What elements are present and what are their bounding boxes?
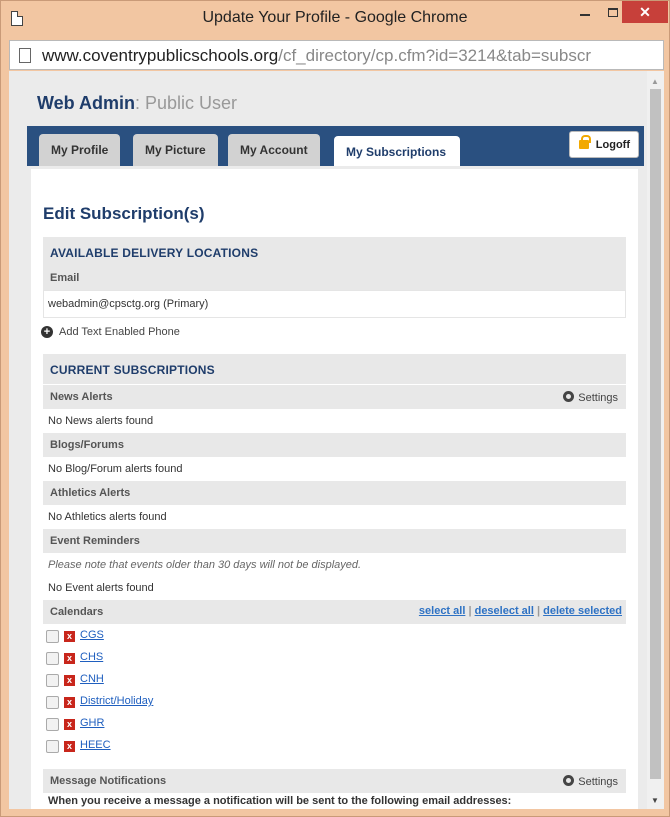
address-bar[interactable]: www.coventrypublicschools.org/cf_directo… [9, 40, 664, 70]
add-phone-label: Add Text Enabled Phone [59, 326, 180, 338]
news-alerts-header: News Alerts Settings [43, 385, 626, 409]
scroll-up-icon[interactable]: ▲ [651, 77, 659, 86]
calendar-checkbox[interactable] [46, 630, 59, 643]
calendar-checkbox[interactable] [46, 652, 59, 665]
logoff-button[interactable]: Logoff [568, 131, 639, 158]
event-reminders-header: Event Reminders [43, 529, 626, 553]
tab-my-picture[interactable]: My Picture [133, 134, 218, 166]
user-role: : Public User [135, 93, 238, 113]
settings-label: Settings [578, 776, 618, 788]
minimize-button[interactable] [571, 1, 599, 23]
delete-icon[interactable]: x [64, 697, 75, 708]
calendars-header: Calendars select all | deselect all | de… [43, 600, 626, 624]
primary-tag: (Primary) [163, 298, 209, 310]
site-name: Web Admin [37, 93, 135, 113]
delete-icon[interactable]: x [64, 675, 75, 686]
email-address: webadmin@cpsctg.org [48, 298, 161, 310]
delete-icon[interactable]: x [64, 719, 75, 730]
email-heading: Email [43, 266, 626, 290]
site-header: Web Admin: Public User [37, 93, 237, 114]
message-notifications-label: Message Notifications [50, 775, 167, 787]
add-phone-link[interactable]: + Add Text Enabled Phone [41, 326, 180, 338]
window-title: Update Your Profile - Google Chrome [202, 9, 468, 26]
event-note: Please note that events older than 30 da… [48, 559, 362, 571]
vertical-scrollbar[interactable]: ▲ ▼ [647, 71, 664, 809]
logoff-label: Logoff [595, 139, 630, 151]
calendar-link[interactable]: CHS [80, 651, 103, 663]
title-bar: Update Your Profile - Google Chrome ✕ [1, 1, 669, 39]
calendar-checkbox[interactable] [46, 696, 59, 709]
calendars-label: Calendars [50, 606, 104, 618]
delete-icon[interactable]: x [64, 631, 75, 642]
delete-icon[interactable]: x [64, 653, 75, 664]
events-empty-text: No Event alerts found [48, 582, 154, 594]
page-icon [19, 48, 31, 63]
gear-icon [563, 775, 575, 786]
close-button[interactable]: ✕ [622, 1, 668, 23]
delete-selected-link[interactable]: delete selected [543, 605, 622, 617]
scroll-thumb[interactable] [650, 89, 661, 779]
page-viewport: ▲ ▼ Web Admin: Public User My Profile My… [9, 71, 664, 809]
athletics-empty-text: No Athletics alerts found [48, 511, 167, 523]
message-note: When you receive a message a notificatio… [48, 795, 512, 807]
athletics-alerts-header: Athletics Alerts [43, 481, 626, 505]
news-alerts-label: News Alerts [50, 391, 113, 403]
lock-icon [578, 135, 591, 149]
blogs-empty-text: No Blog/Forum alerts found [48, 463, 183, 475]
deselect-all-link[interactable]: deselect all [475, 605, 534, 617]
calendar-link[interactable]: HEEC [80, 739, 111, 751]
delete-icon[interactable]: x [64, 741, 75, 752]
calendar-link[interactable]: CGS [80, 629, 104, 641]
separator: | [536, 605, 541, 617]
news-settings-button[interactable]: Settings [563, 391, 618, 404]
url-path: /cf_directory/cp.cfm?id=3214&tab=subscr [278, 46, 591, 65]
current-subscriptions-heading: CURRENT SUBSCRIPTIONS [43, 354, 626, 384]
calendar-actions: select all | deselect all | delete selec… [419, 605, 622, 617]
delivery-locations-heading: AVAILABLE DELIVERY LOCATIONS [43, 237, 626, 267]
select-all-link[interactable]: select all [419, 605, 465, 617]
browser-window: Update Your Profile - Google Chrome ✕ ww… [0, 0, 670, 817]
separator: | [468, 605, 472, 617]
calendar-link[interactable]: CNH [80, 673, 104, 685]
news-empty-text: No News alerts found [48, 415, 154, 427]
settings-label: Settings [578, 392, 618, 404]
close-icon: ✕ [639, 3, 651, 20]
url-host: www.coventrypublicschools.org [42, 46, 279, 65]
calendar-link[interactable]: GHR [80, 717, 104, 729]
calendar-checkbox[interactable] [46, 718, 59, 731]
page-title: Edit Subscription(s) [43, 204, 205, 223]
scroll-down-icon[interactable]: ▼ [651, 796, 659, 805]
gear-icon [563, 391, 575, 402]
subscriptions-panel: Edit Subscription(s) AVAILABLE DELIVERY … [31, 169, 638, 809]
messages-settings-button[interactable]: Settings [563, 775, 618, 788]
minimize-icon [580, 14, 590, 16]
calendar-checkbox[interactable] [46, 740, 59, 753]
tab-my-account[interactable]: My Account [228, 134, 320, 166]
blogs-forums-header: Blogs/Forums [43, 433, 626, 457]
plus-icon: + [41, 326, 53, 338]
email-entry: webadmin@cpsctg.org (Primary) [48, 298, 208, 310]
tab-my-profile[interactable]: My Profile [39, 134, 121, 166]
maximize-icon [608, 7, 618, 17]
message-notifications-header: Message Notifications Settings [43, 769, 626, 793]
tab-my-subscriptions[interactable]: My Subscriptions [334, 136, 460, 166]
calendar-link[interactable]: District/Holiday [80, 695, 153, 707]
tab-bar: My Profile My Picture My Account My Subs… [27, 126, 644, 166]
calendar-checkbox[interactable] [46, 674, 59, 687]
